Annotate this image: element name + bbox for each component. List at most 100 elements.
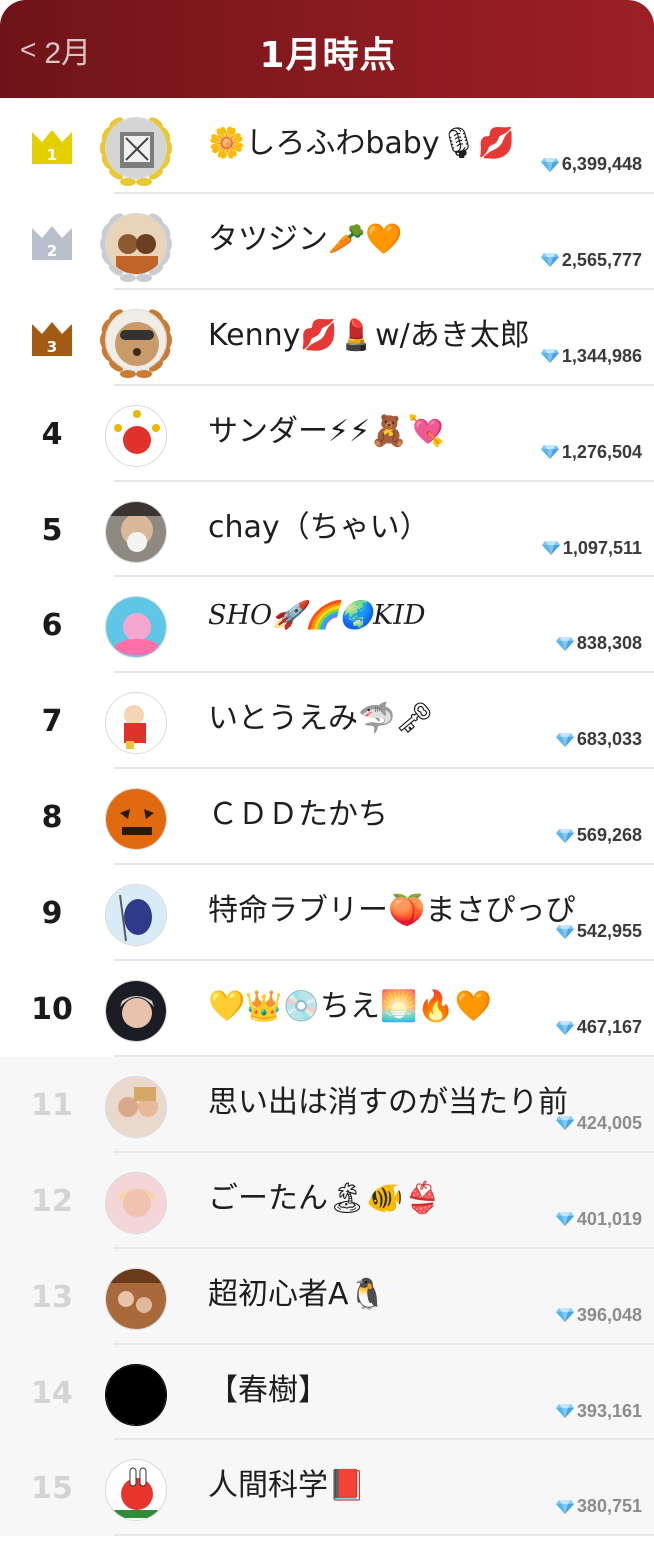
- avatar-image: [105, 692, 167, 755]
- page-title: 1月時点: [259, 35, 397, 76]
- silver-crown-icon: 2: [30, 222, 74, 262]
- rank-number: 3: [46, 337, 58, 356]
- divider: [114, 1534, 654, 1537]
- rank-number: 1: [46, 146, 58, 164]
- score: 542,955: [555, 921, 642, 942]
- avatar-image: [105, 404, 167, 467]
- score-value: 683,033: [576, 729, 642, 750]
- rank-number: 8: [41, 800, 63, 836]
- rank-number: 2: [46, 241, 58, 260]
- rank-number: 14: [31, 1375, 73, 1411]
- diamond-icon: [555, 1403, 575, 1419]
- score: 838,308: [555, 633, 642, 654]
- diamond-icon: [555, 828, 575, 844]
- score-value: 467,167: [576, 1017, 642, 1038]
- avatar[interactable]: [96, 300, 176, 380]
- avatar[interactable]: [96, 1163, 176, 1243]
- rank-number: 4: [41, 416, 63, 452]
- score: 393,161: [555, 1401, 642, 1422]
- score-value: 393,161: [576, 1400, 642, 1421]
- ranking-row[interactable]: 2 タツジン🥕🧡 2,565,777: [0, 193, 654, 290]
- rank-number: 13: [31, 1279, 73, 1315]
- score: 467,167: [555, 1017, 642, 1038]
- ranking-row[interactable]: 10 💛👑💿ちえ🌅🔥🧡 467,167: [0, 961, 654, 1057]
- rank-number: 5: [41, 512, 63, 548]
- score: 1,097,511: [541, 538, 642, 559]
- avatar[interactable]: [96, 108, 176, 188]
- score-value: 569,268: [576, 825, 642, 846]
- score-value: 542,955: [576, 921, 642, 942]
- rank-number: 9: [41, 896, 63, 932]
- score: 380,751: [555, 1496, 642, 1517]
- avatar[interactable]: [96, 971, 176, 1051]
- score: 1,344,986: [540, 346, 642, 367]
- score: 2,565,777: [540, 250, 642, 271]
- avatar[interactable]: [96, 396, 176, 476]
- diamond-icon: [555, 1115, 575, 1131]
- avatar[interactable]: [96, 1259, 176, 1339]
- score: 569,268: [555, 825, 642, 846]
- rank-number: 7: [41, 704, 63, 740]
- rank-number: 10: [31, 992, 73, 1028]
- avatar[interactable]: [96, 683, 176, 763]
- avatar-image: [105, 1459, 167, 1522]
- avatar-image: [105, 1363, 167, 1426]
- avatar-image: [105, 788, 167, 851]
- avatar-image: [105, 1267, 167, 1330]
- score-value: 380,751: [576, 1496, 642, 1517]
- avatar-image: [105, 117, 167, 179]
- bronze-crown-icon: 3: [30, 318, 74, 358]
- diamond-icon: [555, 1499, 575, 1515]
- avatar[interactable]: [96, 492, 176, 572]
- avatar[interactable]: [96, 587, 176, 667]
- ranking-row[interactable]: 15 人間科学📕 380,751: [0, 1440, 654, 1537]
- score: 683,033: [555, 729, 642, 750]
- avatar[interactable]: [96, 204, 176, 284]
- ranking-row[interactable]: 1 🌼しろふわbaby🎙💋 6,399,448: [0, 98, 654, 194]
- ranking-row[interactable]: 5 chay（ちゃい） 1,097,511: [0, 481, 654, 578]
- score-value: 2,565,777: [561, 249, 642, 270]
- ranking-list: 1 🌼しろふわbaby🎙💋 6,399,448 2 タツジン🥕🧡 2,565,7…: [0, 98, 654, 1537]
- diamond-icon: [541, 540, 561, 556]
- score-value: 838,308: [576, 633, 642, 654]
- avatar-image: [105, 212, 167, 275]
- diamond-icon: [540, 252, 560, 268]
- score-value: 396,048: [576, 1304, 642, 1325]
- score-value: 424,005: [576, 1112, 642, 1133]
- avatar[interactable]: [96, 875, 176, 955]
- score: 1,276,504: [540, 442, 642, 463]
- avatar-image: [105, 1075, 167, 1138]
- ranking-row[interactable]: 11 思い出は消すのが当たり前 424,005: [0, 1056, 654, 1153]
- ranking-row[interactable]: 6 SHO🚀🌈🌏KID 838,308: [0, 577, 654, 674]
- ranking-row[interactable]: 3 Kenny💋💄w/あき太郎 1,344,986: [0, 289, 654, 386]
- avatar-image: [105, 1171, 167, 1234]
- diamond-icon: [555, 636, 575, 652]
- ranking-row[interactable]: 8 ＣＤＤたかち 569,268: [0, 769, 654, 866]
- avatar[interactable]: [96, 1067, 176, 1147]
- ranking-row[interactable]: 4 サンダー⚡⚡🧸💘 1,276,504: [0, 385, 654, 482]
- rank-number: 6: [41, 608, 63, 644]
- ranking-row[interactable]: 7 いとうえみ🦈🗝 683,033: [0, 673, 654, 770]
- score: 6,399,448: [540, 154, 642, 175]
- user-name: SHO🚀🌈🌏KID: [208, 600, 426, 632]
- avatar-image: [105, 308, 167, 371]
- diamond-icon: [555, 1211, 575, 1227]
- score: 396,048: [555, 1305, 642, 1326]
- avatar[interactable]: [96, 1450, 176, 1530]
- avatar-image: [105, 500, 167, 563]
- diamond-icon: [555, 1020, 575, 1036]
- ranking-row[interactable]: 12 ごーたん🏝🐠👙 401,019: [0, 1152, 654, 1249]
- diamond-icon: [555, 924, 575, 940]
- diamond-icon: [540, 157, 560, 173]
- score-value: 1,276,504: [561, 441, 642, 462]
- avatar[interactable]: [96, 779, 176, 859]
- ranking-row[interactable]: 14 【春樹】 393,161: [0, 1344, 654, 1441]
- ranking-row[interactable]: 9 特命ラブリー🍑まさぴっぴ 542,955: [0, 865, 654, 962]
- ranking-row[interactable]: 13 超初心者A🐧 396,048: [0, 1248, 654, 1345]
- diamond-icon: [540, 348, 560, 364]
- score-value: 6,399,448: [561, 154, 642, 174]
- score: 424,005: [555, 1113, 642, 1134]
- avatar[interactable]: [96, 1355, 176, 1435]
- diamond-icon: [540, 444, 560, 460]
- rank-number: 12: [31, 1183, 73, 1219]
